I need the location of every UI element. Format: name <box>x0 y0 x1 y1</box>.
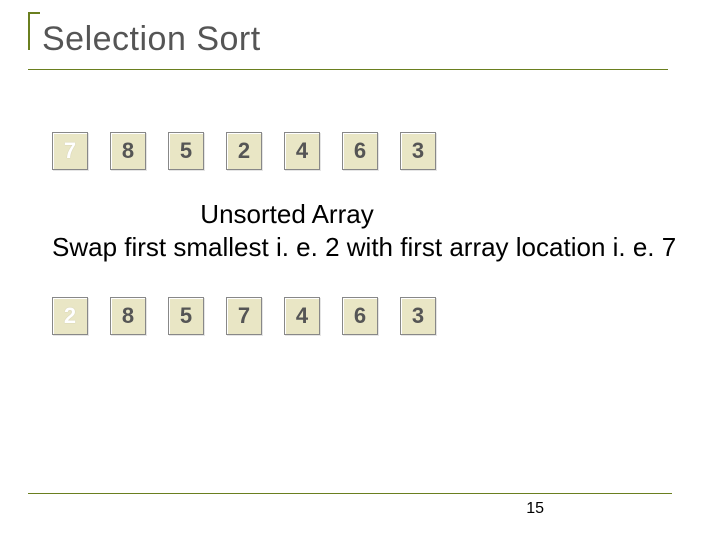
content-area: 7 8 5 2 4 6 3 Unsorted Array Swap first … <box>28 70 692 335</box>
array-cell: 6 <box>342 297 378 335</box>
array-cell: 5 <box>168 297 204 335</box>
corner-decoration <box>28 12 40 50</box>
array-cell: 2 <box>52 297 88 335</box>
footer-line <box>28 493 672 494</box>
caption-block: Unsorted Array Swap first smallest i. e.… <box>52 198 692 263</box>
array-cell: 3 <box>400 297 436 335</box>
caption-line-2: Swap first smallest i. e. 2 with first a… <box>52 232 676 262</box>
array-cell: 7 <box>52 132 88 170</box>
title-block: Selection Sort <box>28 12 692 65</box>
array-row-2: 2 8 5 7 4 6 3 <box>52 297 692 335</box>
array-row-1: 7 8 5 2 4 6 3 <box>52 132 692 170</box>
array-cell: 3 <box>400 132 436 170</box>
slide: Selection Sort 7 8 5 2 4 6 3 Unsorted Ar… <box>0 0 720 540</box>
array-cell: 7 <box>226 297 262 335</box>
array-cell: 8 <box>110 297 146 335</box>
page-title: Selection Sort <box>42 20 692 59</box>
array-cell: 4 <box>284 132 320 170</box>
array-cell: 2 <box>226 132 262 170</box>
array-cell: 5 <box>168 132 204 170</box>
array-cell: 6 <box>342 132 378 170</box>
caption-line-1: Unsorted Array <box>52 198 522 231</box>
array-cell: 4 <box>284 297 320 335</box>
page-number: 15 <box>526 500 544 518</box>
array-cell: 8 <box>110 132 146 170</box>
